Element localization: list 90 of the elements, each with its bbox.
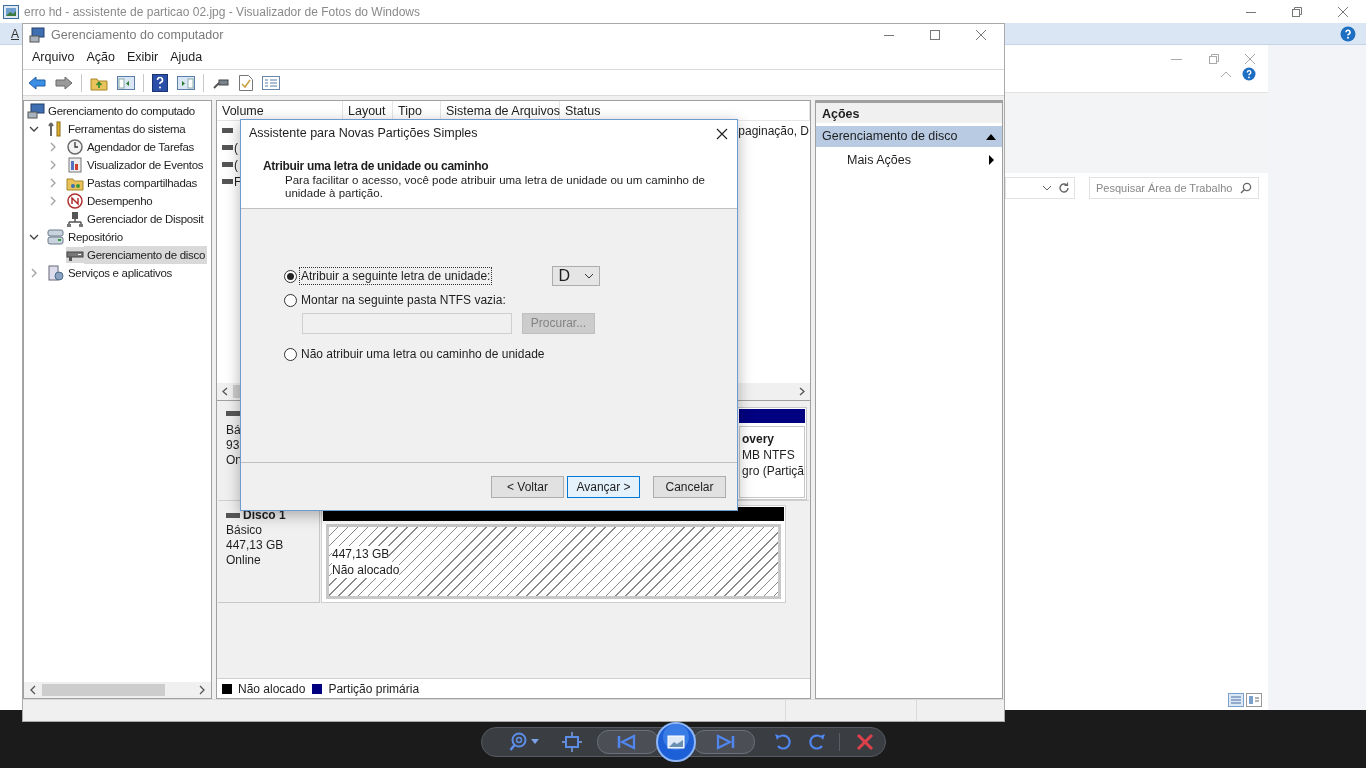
menu-item[interactable]: Ação bbox=[80, 48, 121, 67]
search-field[interactable]: Pesquisar Área de Trabalho bbox=[1089, 177, 1259, 199]
chevron-right-icon[interactable] bbox=[29, 268, 39, 278]
tree-item[interactable]: Pastas compartilhadas bbox=[84, 174, 200, 192]
details-view-icon[interactable] bbox=[1228, 693, 1244, 707]
help-icon[interactable] bbox=[1340, 25, 1356, 42]
slideshow-icon[interactable] bbox=[656, 722, 696, 762]
menu-item[interactable]: Arquivo bbox=[26, 48, 81, 67]
tree-item[interactable]: Gerenciamento do computado bbox=[45, 102, 197, 120]
close-icon[interactable] bbox=[716, 127, 728, 140]
tree-item[interactable]: Serviços e aplicativos bbox=[65, 264, 174, 282]
tiles-view-icon[interactable] bbox=[1246, 693, 1262, 707]
partition-info: MB NTFS bbox=[742, 446, 796, 463]
radio-button[interactable] bbox=[284, 269, 297, 283]
option-label[interactable]: Não atribuir uma letra ou caminho de unidade bbox=[299, 345, 547, 363]
table-cell-text: paginação, D bbox=[738, 122, 810, 140]
tree-item[interactable]: Agendador de Tarefas bbox=[84, 138, 196, 156]
menu-item[interactable]: Ajuda bbox=[164, 48, 209, 67]
pane-heading: Ações bbox=[816, 101, 1002, 123]
address-bar[interactable] bbox=[1005, 177, 1075, 199]
chevron-down-icon[interactable] bbox=[29, 232, 39, 242]
tree-item[interactable]: Repositório bbox=[65, 228, 125, 246]
chevron-down-icon bbox=[584, 273, 595, 279]
next-icon[interactable] bbox=[693, 730, 755, 754]
tree-item-icon bbox=[66, 211, 84, 227]
tree-item-icon bbox=[66, 175, 84, 191]
tree-item-icon bbox=[47, 229, 65, 245]
tree-item-icon bbox=[66, 157, 84, 173]
disk-info: 93 bbox=[226, 438, 241, 453]
partition-info: 447,13 GB bbox=[332, 545, 390, 562]
tree-item[interactable]: Gerenciamento de disco bbox=[84, 246, 208, 264]
chevron-right-icon[interactable] bbox=[48, 178, 58, 188]
scrollbar[interactable] bbox=[24, 682, 211, 698]
disk-info: 447,13 GB bbox=[226, 538, 285, 553]
triangle-right-icon bbox=[989, 155, 994, 165]
option-label[interactable]: Atribuir a seguinte letra de unidade: bbox=[299, 267, 493, 285]
partition-info: gro (Partiçã bbox=[742, 462, 804, 479]
search-icon bbox=[1240, 182, 1252, 194]
radio-button[interactable] bbox=[284, 347, 297, 361]
disk-info: Bá bbox=[226, 423, 242, 438]
partition[interactable]: overy MB NTFS gro (Partiçã bbox=[737, 407, 807, 500]
chevron-down-icon bbox=[1042, 185, 1052, 191]
checklist-icon[interactable] bbox=[237, 72, 255, 93]
tree-item-icon bbox=[66, 193, 84, 209]
caret-up-icon[interactable] bbox=[1220, 70, 1232, 78]
window-title: erro hd - assistente de particao 02.jpg - Visualizador de Fotos do Windows bbox=[24, 3, 420, 21]
chevron-right-icon[interactable] bbox=[48, 196, 58, 206]
chevron-down-icon[interactable] bbox=[29, 124, 39, 134]
section-header[interactable]: Gerenciamento de disco bbox=[816, 126, 1002, 147]
table-cell-text: ( bbox=[234, 156, 238, 174]
computer-management-icon bbox=[29, 27, 45, 43]
dialog-description: Para facilitar o acesso, você pode atribuir uma letra de unidade ou um caminho de unidade à partição. bbox=[285, 174, 705, 200]
tree-item-icon bbox=[47, 265, 65, 281]
chevron-right-icon[interactable] bbox=[48, 142, 58, 152]
delete-icon[interactable] bbox=[856, 733, 874, 751]
partition-title: overy bbox=[742, 431, 776, 447]
dialog-button[interactable]: Cancelar bbox=[653, 475, 726, 498]
actual-size-icon[interactable] bbox=[561, 731, 583, 753]
disk-info: Online bbox=[226, 553, 262, 568]
chevron-right-icon[interactable] bbox=[48, 160, 58, 170]
drive-letter-dropdown[interactable]: D bbox=[552, 266, 601, 286]
dialog-heading: Atribuir uma letra de unidade ou caminho bbox=[263, 159, 490, 173]
disk-info: Básico bbox=[226, 523, 264, 538]
tree-item[interactable]: Visualizador de Eventos bbox=[84, 156, 206, 174]
tree-item[interactable]: Desempenho bbox=[84, 192, 155, 210]
tree-item-icon bbox=[66, 139, 84, 155]
tree-item[interactable]: Ferramentas do sistema bbox=[65, 120, 188, 138]
action-item[interactable]: Mais Ações bbox=[816, 150, 1002, 170]
properties-icon[interactable] bbox=[260, 73, 282, 92]
legend-label: Não alocado bbox=[238, 680, 306, 698]
tree-item-icon bbox=[27, 103, 45, 119]
partition-header bbox=[739, 409, 805, 423]
dialog-button[interactable]: Avançar > bbox=[567, 475, 640, 498]
previous-icon[interactable] bbox=[597, 730, 659, 754]
restore-icon[interactable] bbox=[1208, 53, 1220, 65]
menu-item[interactable]: Exibir bbox=[120, 48, 165, 67]
help-icon[interactable] bbox=[1242, 67, 1256, 81]
help-book-icon[interactable] bbox=[150, 71, 170, 94]
table-cell-text: ( bbox=[234, 139, 238, 157]
window-title: Gerenciamento do computador bbox=[51, 26, 224, 44]
dialog-button[interactable]: < Voltar bbox=[491, 475, 564, 498]
rotate-left-icon[interactable] bbox=[773, 732, 793, 752]
legend-label: Partição primária bbox=[328, 680, 420, 698]
rotate-right-icon[interactable] bbox=[807, 732, 827, 752]
menu-item[interactable]: A bbox=[11, 24, 19, 43]
picture-frame-icon bbox=[3, 4, 19, 19]
refresh-icon bbox=[1058, 182, 1070, 194]
tree-item[interactable]: Gerenciador de Disposit bbox=[84, 210, 206, 228]
dialog-title: Assistente para Novas Partições Simples bbox=[249, 125, 478, 143]
tree-item-icon bbox=[66, 247, 84, 263]
